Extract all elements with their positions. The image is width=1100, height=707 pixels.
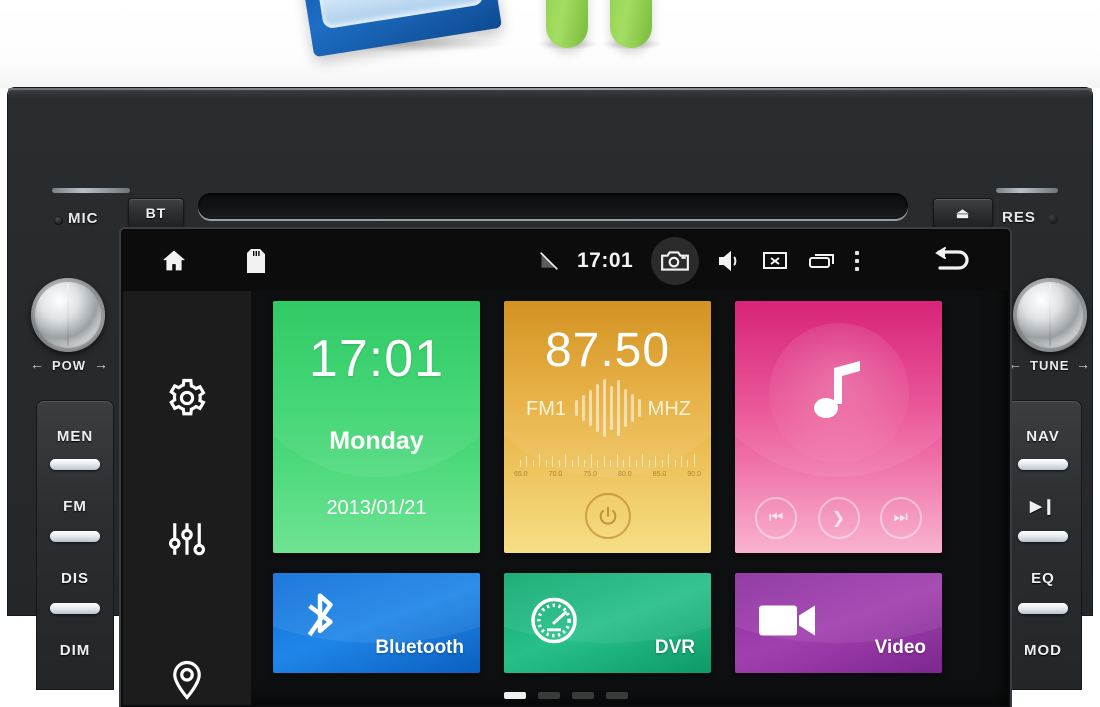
clock-tile-weekday: Monday: [329, 427, 424, 455]
cd-slot[interactable]: [198, 193, 908, 219]
led-strip-3: [50, 603, 100, 614]
tune-knob[interactable]: [1013, 278, 1087, 352]
scale-label: 90.0: [687, 471, 701, 478]
radio-band: FM1: [526, 398, 566, 420]
pow-arrow-left: ←: [30, 356, 44, 372]
dvr-tile[interactable]: DVR: [504, 573, 711, 673]
left-button-rail: MEN FM DIS DIM: [36, 400, 114, 690]
video-tile-label: Video: [874, 637, 926, 658]
reset-hole[interactable]: [1048, 214, 1058, 224]
hw-button-play-pause[interactable]: ▶❙: [1005, 489, 1081, 523]
led-strip-6: [1018, 603, 1068, 614]
bluetooth-tile[interactable]: Bluetooth: [273, 573, 480, 673]
clock-tile[interactable]: 17:01 Monday 2013/01/21: [273, 301, 480, 553]
video-tile[interactable]: Video: [735, 573, 942, 673]
led-strip-4: [1018, 459, 1068, 470]
hw-button-fm[interactable]: FM: [37, 489, 113, 523]
scale-label: 70.0: [548, 471, 563, 478]
back-arrow-icon[interactable]: [930, 246, 974, 276]
scale-label: 80.0: [618, 471, 632, 478]
recent-apps-icon[interactable]: [807, 250, 837, 272]
bluetooth-icon: [295, 591, 345, 656]
hw-button-nav[interactable]: NAV: [1005, 419, 1081, 453]
car-stereo-head-unit: MIC BT ⏏ RES ← POW → ← TUNE → MEN FM DIS…: [8, 88, 1092, 707]
pow-arrow-right: →: [94, 356, 108, 372]
hw-button-eq[interactable]: EQ: [1005, 561, 1081, 595]
hw-button-dim[interactable]: DIM: [37, 633, 113, 667]
android-robot-leg-right: [610, 0, 652, 48]
hw-button-mod[interactable]: MOD: [1005, 633, 1081, 667]
dvr-tile-label: DVR: [654, 637, 695, 658]
sd-card-icon[interactable]: [247, 249, 265, 273]
radio-scale-labels: 65.0 70.0 75.0 80.0 85.0 90.0: [514, 471, 701, 478]
status-bar-clock: 17:01: [577, 249, 634, 272]
tune-knob-label: TUNE: [1030, 358, 1070, 373]
volume-icon[interactable]: [717, 249, 743, 273]
vent-slot-left: [52, 188, 130, 193]
signal-off-icon: [539, 251, 559, 271]
scale-label: 75.0: [583, 471, 597, 478]
vent-slot-right: [996, 188, 1058, 193]
power-volume-knob[interactable]: [31, 278, 105, 352]
radio-tile[interactable]: 87.50 FM1 MHZ 65.0 70.0 75.0 80.0 85.0 9…: [504, 301, 711, 553]
page-indicator[interactable]: [123, 692, 1008, 699]
pow-knob-label: POW: [52, 358, 87, 373]
tune-arrow-right: →: [1076, 356, 1090, 372]
radio-unit: MHZ: [647, 398, 691, 420]
home-tile-grid: 17:01 Monday 2013/01/21 87.50 FM1 MHZ 65…: [273, 301, 984, 673]
hw-button-dis[interactable]: DIS: [37, 561, 113, 595]
mic-label: MIC: [68, 210, 99, 227]
lcd-touchscreen[interactable]: 17:01 17:01 Monday 2013/01/21 87.50 FM1 …: [121, 229, 1010, 707]
screen-off-icon[interactable]: [761, 249, 789, 273]
overflow-menu-icon[interactable]: [855, 251, 860, 271]
music-tile[interactable]: ⏮ ❯ ⏭: [735, 301, 942, 553]
clock-tile-date: 2013/01/21: [326, 497, 427, 519]
gauge-icon: [526, 593, 582, 654]
sliders-icon[interactable]: [166, 518, 208, 565]
music-note-icon: [768, 323, 909, 463]
right-button-rail: NAV ▶❙ EQ MOD: [1004, 400, 1082, 690]
android-robot-leg-left: [546, 0, 588, 48]
res-label: RES: [1002, 209, 1036, 226]
bluetooth-tile-label: Bluetooth: [375, 637, 464, 658]
led-strip-2: [50, 531, 100, 542]
scale-label: 85.0: [652, 471, 667, 478]
page-dot-1[interactable]: [503, 692, 526, 699]
clock-tile-time: 17:01: [308, 330, 445, 388]
product-photo-strip: [0, 0, 1100, 88]
mic-hole: [54, 216, 63, 225]
tune-arrow-left: ←: [1008, 356, 1022, 372]
power-icon[interactable]: [584, 493, 631, 539]
video-camera-icon: [757, 600, 819, 647]
radio-tuning-scale[interactable]: [520, 449, 695, 467]
page-dot-3[interactable]: [571, 692, 594, 699]
android-status-bar: 17:01: [123, 231, 1008, 291]
play-button[interactable]: ❯: [817, 497, 860, 539]
left-dock: [123, 291, 251, 705]
scale-label: 65.0: [514, 471, 528, 478]
page-dot-2[interactable]: [537, 692, 560, 699]
previous-track-button[interactable]: ⏮: [755, 497, 798, 539]
eject-button[interactable]: ⏏: [933, 198, 993, 228]
camera-icon[interactable]: [651, 237, 700, 285]
next-track-button[interactable]: ⏭: [879, 497, 922, 539]
hw-button-men[interactable]: MEN: [37, 419, 113, 453]
home-icon[interactable]: [159, 247, 189, 275]
bt-button[interactable]: BT: [128, 198, 184, 228]
music-transport-controls: ⏮ ❯ ⏭: [735, 497, 942, 539]
led-strip-1: [50, 459, 100, 470]
radio-waveform: [574, 377, 641, 439]
led-strip-5: [1018, 531, 1068, 542]
page-dot-4[interactable]: [605, 692, 628, 699]
gear-icon[interactable]: [166, 377, 208, 424]
chassis-top-highlight: [8, 88, 1092, 90]
radio-frequency: 87.50: [544, 324, 671, 377]
